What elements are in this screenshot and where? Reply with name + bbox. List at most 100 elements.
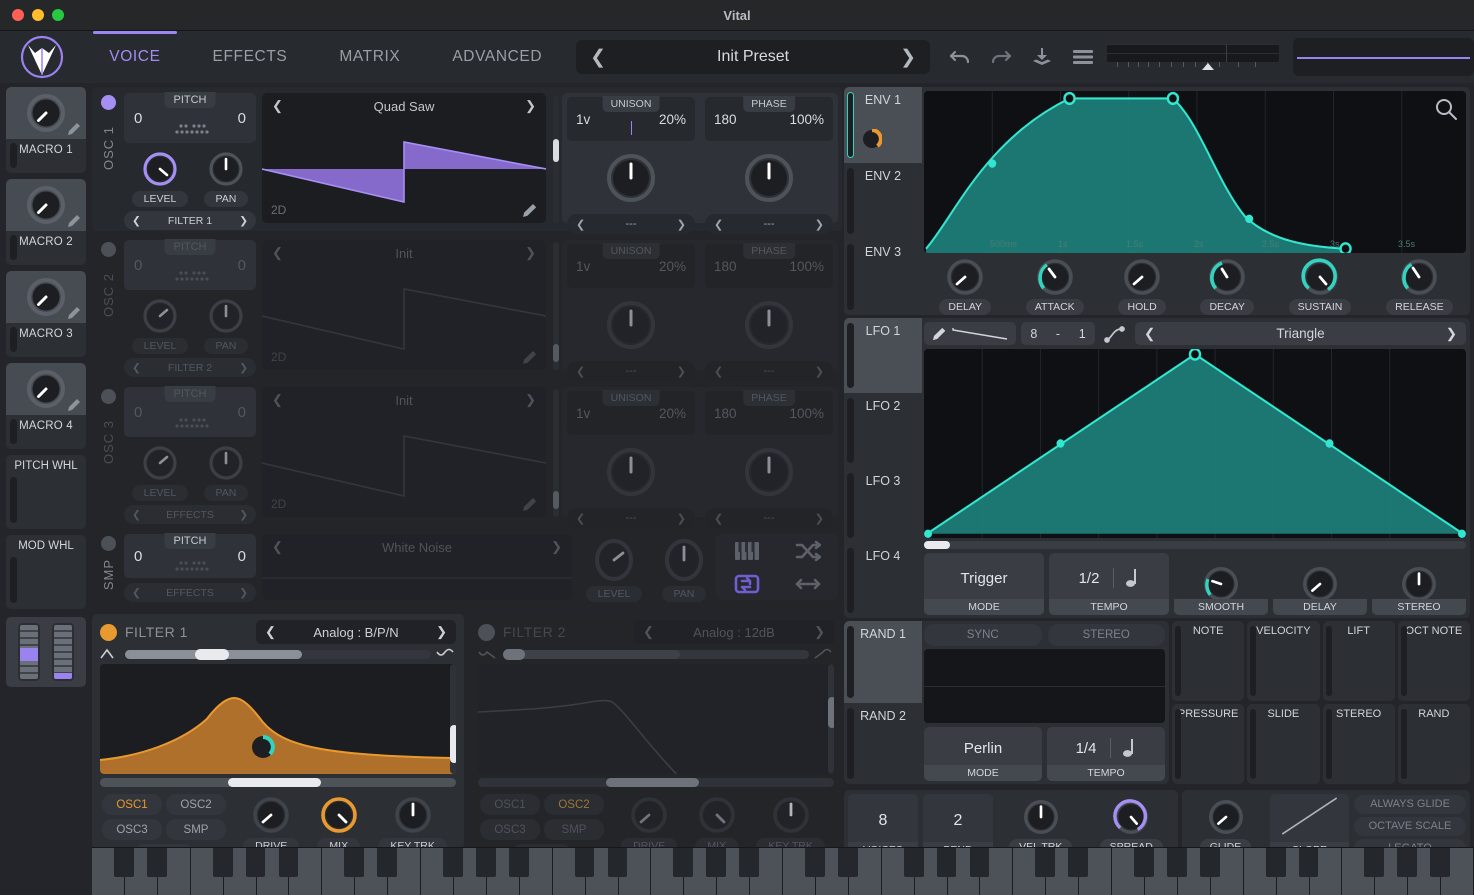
piano-key-black[interactable] — [1397, 848, 1418, 878]
osc2-phase-rand[interactable]: 100% — [789, 259, 824, 274]
tab-rand-2[interactable]: RAND 2 — [844, 703, 922, 785]
mod-wheel[interactable] — [52, 623, 74, 681]
osc1-power-toggle[interactable] — [100, 95, 116, 110]
tab-matrix[interactable]: MATRIX — [313, 31, 426, 83]
osc2-unison-mod-selector[interactable]: ❮ --- ❯ — [567, 361, 695, 381]
filter-2-mode-next-icon[interactable]: ❯ — [814, 624, 825, 640]
osc3-phase-value[interactable]: 180 — [714, 406, 737, 421]
wheel-controls[interactable] — [6, 617, 86, 687]
env2-mod-handle[interactable] — [847, 168, 854, 234]
osc1-pitch-box[interactable]: PITCH 0 0 — [124, 92, 256, 143]
midi-source-rand[interactable]: RAND — [1397, 704, 1470, 784]
quarter-note-icon[interactable] — [1110, 738, 1136, 758]
piano-key-black[interactable] — [607, 848, 628, 878]
filter-2-blend-slider[interactable] — [478, 648, 834, 660]
filter-2-blend-track[interactable] — [503, 648, 809, 660]
osc2-view-mode[interactable]: 2D — [271, 350, 286, 364]
osc2-dest-prev-icon[interactable]: ❮ — [132, 362, 141, 374]
tab-voice[interactable]: VOICE — [83, 31, 186, 83]
filter-2-mix-knob[interactable] — [696, 794, 738, 836]
osc3-unison-prev-icon[interactable]: ❮ — [576, 512, 585, 525]
filter-1-blend-track[interactable] — [125, 648, 431, 660]
preset-browser-bar[interactable]: ❮ Init Preset ❯ — [576, 40, 930, 74]
pitch-wheel[interactable] — [18, 623, 40, 681]
lfo-grid-x[interactable]: 8 — [1030, 327, 1037, 341]
osc1-unison-voices[interactable]: 1v — [576, 112, 590, 127]
lfo-tab-column[interactable]: LFO 1 LFO 2 LFO 3 LFO 4 — [844, 318, 922, 618]
piano-key-black[interactable] — [475, 848, 496, 878]
osc2-pitch-box[interactable]: PITCH 0 0 — [124, 239, 256, 290]
osc2-phase-mod-selector[interactable]: ❮ --- ❯ — [705, 361, 833, 381]
piano-key-white[interactable] — [1342, 848, 1385, 895]
macro-mod-strip-1[interactable] — [10, 143, 17, 168]
lfo-delay-knob[interactable] — [1300, 564, 1340, 604]
sampler-power-toggle[interactable] — [100, 536, 116, 551]
rand-tempo-control[interactable]: 1/4 TEMPO — [1047, 727, 1165, 781]
macro-slot-3[interactable]: MACRO 3 — [6, 271, 86, 357]
osc3-phase-mod-selector[interactable]: ❮ --- ❯ — [705, 508, 833, 528]
tab-advanced[interactable]: ADVANCED — [426, 31, 568, 83]
minimize-window-button[interactable] — [32, 9, 44, 21]
keytrack-icon[interactable] — [734, 540, 760, 562]
filter-1-source-smp[interactable]: SMP — [166, 819, 226, 840]
header-icon-group[interactable] — [948, 46, 1095, 68]
stereo-mod-handle[interactable] — [1325, 709, 1332, 779]
osc3-tune-value[interactable]: 0 — [238, 404, 246, 421]
output-level-meter[interactable] — [1107, 43, 1279, 71]
envelope-tab-column[interactable]: ENV 1 ENV 2 ENV 3 — [844, 87, 922, 315]
piano-key-white[interactable] — [1013, 848, 1056, 895]
piano-key-white[interactable] — [92, 848, 134, 895]
hamburger-menu-icon[interactable] — [1071, 46, 1095, 68]
osc3-pan-knob[interactable] — [206, 443, 246, 483]
osc1-edit-wavetable-icon[interactable] — [522, 202, 538, 218]
close-window-button[interactable] — [12, 9, 24, 21]
osc3-unison-detune-knob[interactable] — [602, 443, 660, 501]
osc3-wt-prev-icon[interactable]: ❮ — [272, 392, 283, 408]
osc3-unison-mod-selector[interactable]: ❮ --- ❯ — [567, 508, 695, 528]
osc1-phase-rand[interactable]: 100% — [789, 112, 824, 127]
tab-rand-1[interactable]: RAND 1 — [844, 621, 922, 703]
sampler-dest-prev-icon[interactable]: ❮ — [132, 587, 141, 599]
env1-mod-connection-dot[interactable] — [862, 129, 882, 149]
tab-env-2[interactable]: ENV 2 — [844, 163, 922, 239]
piano-key-black[interactable] — [706, 848, 727, 878]
macro-slot-1[interactable]: MACRO 1 — [6, 87, 86, 173]
osc3-view-mode[interactable]: 2D — [271, 497, 286, 511]
filter-1-source-osc1[interactable]: OSC1 — [102, 794, 162, 815]
redo-icon[interactable] — [989, 46, 1013, 68]
lfo1-mod-handle[interactable] — [847, 323, 854, 388]
sampler-waveform-panel[interactable]: ❮ White Noise ❯ — [262, 534, 572, 600]
piano-key-black[interactable] — [1364, 848, 1385, 878]
osc2-phase-value[interactable]: 180 — [714, 259, 737, 274]
next-preset-button[interactable]: ❯ — [900, 46, 916, 69]
prev-preset-button[interactable]: ❮ — [590, 46, 606, 69]
osc3-unison-voices[interactable]: 1v — [576, 406, 590, 421]
env-attack-knob[interactable] — [1034, 256, 1076, 298]
osc2-phase-knob[interactable] — [740, 296, 798, 354]
osc3-wavetable-selector[interactable]: ❮ Init ❯ — [262, 387, 546, 413]
osc1-pan-knob[interactable] — [206, 149, 246, 189]
piano-key-black[interactable] — [1199, 848, 1220, 878]
filter-2-response-graph[interactable] — [478, 664, 834, 774]
piano-key-black[interactable] — [1265, 848, 1286, 878]
ramp-icon[interactable] — [951, 326, 1009, 342]
osc1-wavetable-scrollbar[interactable] — [553, 95, 559, 223]
tab-env-1[interactable]: ENV 1 — [844, 87, 922, 163]
sampler-tune-value[interactable]: 0 — [238, 548, 246, 565]
lfo4-mod-handle[interactable] — [847, 548, 854, 613]
macro-mod-strip-4[interactable] — [10, 419, 17, 444]
midi-source-lift[interactable]: LIFT — [1322, 621, 1395, 701]
edit-macro-icon-3[interactable] — [67, 306, 81, 320]
sampler-next-icon[interactable]: ❯ — [551, 539, 562, 555]
osc1-wt-prev-icon[interactable]: ❮ — [272, 98, 283, 114]
midi-source-pressure[interactable]: PRESSURE — [1172, 704, 1245, 784]
midi-source-oct-note[interactable]: OCT NOTE — [1397, 621, 1470, 701]
osc3-unison-detune[interactable]: 20% — [659, 406, 686, 421]
lfo2-mod-handle[interactable] — [847, 398, 854, 463]
osc3-phase-box[interactable]: PHASE 180 100% — [705, 390, 833, 435]
osc2-unison-next-icon[interactable]: ❯ — [677, 365, 686, 378]
pressure-mod-handle[interactable] — [1175, 709, 1181, 779]
filter-1-blend-slider[interactable] — [100, 648, 456, 660]
edit-macro-icon-1[interactable] — [67, 122, 81, 136]
macro-knob-3[interactable] — [6, 271, 86, 323]
